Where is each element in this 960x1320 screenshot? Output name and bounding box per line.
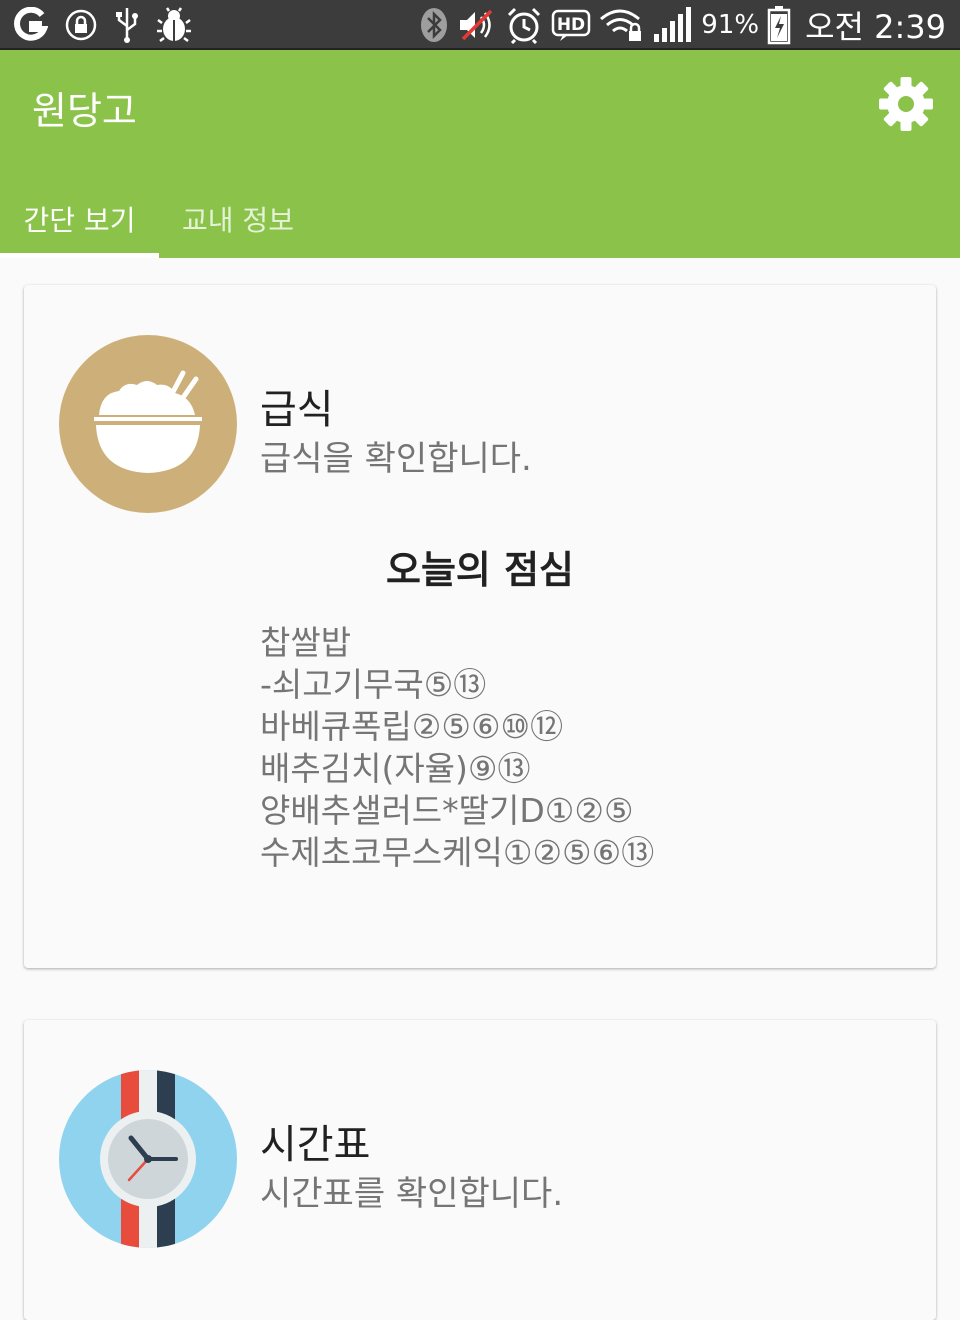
clock: 오전 2:39 [805, 8, 946, 46]
menu-item: 배추김치(자율)⑨⑬ [260, 749, 531, 788]
app-bar: 원당고 간단 보기 교내 정보 [0, 50, 960, 258]
bug-icon [156, 7, 192, 43]
bluetooth-icon [419, 6, 449, 44]
gear-icon [879, 77, 933, 135]
tab-bar: 간단 보기 교내 정보 [0, 180, 317, 258]
alarm-icon [505, 6, 543, 44]
timetable-card-title: 시간표 [260, 1122, 371, 1168]
status-bar: HD 91% 오전 2:39 [0, 0, 960, 50]
app-logo-icon [12, 7, 48, 43]
tab-school-info[interactable]: 교내 정보 [159, 180, 317, 258]
lunch-menu-list: 찹쌀밥 -쇠고기무국⑤⑬ 바베큐폭립②⑤⑥⑩⑫ 배추김치(자율)⑨⑬ 양배추샐러… [260, 622, 654, 874]
rice-bowl-icon [59, 335, 237, 513]
lunch-heading: 오늘의 점심 [385, 548, 575, 592]
menu-item: -쇠고기무국⑤⑬ [260, 665, 487, 704]
tab-overview[interactable]: 간단 보기 [0, 180, 159, 258]
menu-item: 수제초코무스케익①②⑤⑥⑬ [260, 833, 655, 872]
usb-icon [114, 6, 140, 44]
battery-charging-icon [767, 5, 791, 45]
settings-button[interactable] [878, 77, 934, 135]
svg-text:HD: HD [557, 15, 585, 35]
tab-overview-label: 간단 보기 [23, 204, 136, 237]
wifi-lock-icon [599, 7, 645, 43]
tab-school-info-label: 교내 정보 [182, 204, 294, 237]
meal-card-subtitle: 급식을 확인합니다. [260, 439, 532, 479]
timetable-card[interactable]: 시간표 시간표를 확인합니다. [24, 1020, 936, 1320]
menu-item: 양배추샐러드*딸기D①②⑤ [260, 791, 634, 830]
timetable-card-subtitle: 시간표를 확인합니다. [260, 1174, 564, 1214]
lock-icon [64, 8, 98, 42]
battery-percent: 91% [701, 10, 760, 40]
signal-icon [653, 6, 693, 44]
menu-item: 바베큐폭립②⑤⑥⑩⑫ [260, 707, 564, 746]
menu-item: 찹쌀밥 [260, 623, 352, 662]
meal-card-title: 급식 [260, 387, 334, 433]
meal-card[interactable]: 급식 급식을 확인합니다. 오늘의 점심 찹쌀밥 -쇠고기무국⑤⑬ 바베큐폭립②… [24, 285, 936, 968]
app-title: 원당고 [32, 89, 137, 133]
mute-icon [457, 7, 497, 43]
hd-icon: HD [551, 8, 591, 42]
watch-icon [59, 1070, 237, 1248]
